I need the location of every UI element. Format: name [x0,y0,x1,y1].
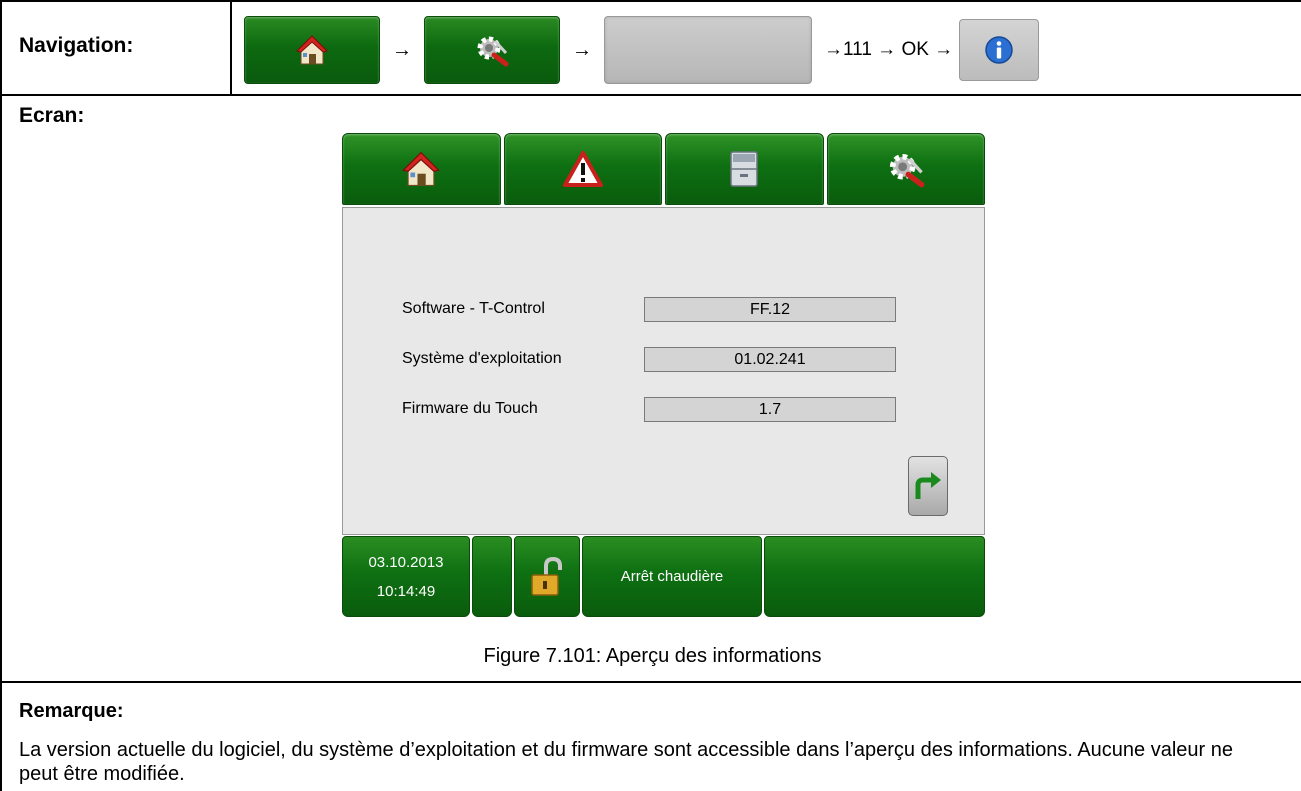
next-button[interactable] [908,456,948,516]
info-value: 01.02.241 [644,347,896,372]
status-slot-empty [764,536,985,617]
remarque-section: Remarque: La version actuelle du logicie… [2,681,1301,791]
info-label: Software - T-Control [402,300,545,317]
navigation-label: Navigation: [2,2,232,96]
tab-settings[interactable] [826,133,985,205]
tab-alarms[interactable] [503,133,662,205]
info-row-firmware: Firmware du Touch 1.7 [402,397,897,423]
figure-caption: Figure 7.101: Aperçu des informations [483,645,822,667]
tab-home[interactable] [342,133,501,205]
document-page: Navigation: → → →111 → OK → Ecran: Softw… [0,0,1301,791]
navigation-sequence: → → →111 → OK → [244,16,1040,84]
boiler-status: Arrêt chaudière [582,536,762,617]
info-value: 1.7 [644,397,896,422]
info-row-os: Système d'exploitation 01.02.241 [402,347,897,373]
nav-arrow: → [572,38,592,61]
drawer-icon [730,151,758,187]
settings-tools-icon [477,36,509,67]
warning-icon [562,151,603,187]
tab-archive[interactable] [665,133,824,205]
turn-right-arrow-icon [915,472,941,499]
info-button[interactable] [959,19,1040,81]
tab-bar [342,133,985,205]
info-label: Système d'exploitation [402,350,562,367]
time-text: 10:14:49 [376,582,436,600]
home-button[interactable] [244,16,380,84]
info-value: FF.12 [644,297,896,322]
ecran-label: Ecran: [19,104,85,127]
settings-button[interactable] [424,16,560,84]
date-text: 03.10.2013 [368,553,444,571]
remarque-text: La version actuelle du logiciel, du syst… [19,739,1234,785]
lock-button[interactable] [514,536,580,617]
nav-arrow: → [392,38,412,61]
padlock-open-icon [531,556,562,596]
status-slot-empty [472,536,512,617]
info-row-software: Software - T-Control FF.12 [402,297,897,323]
info-label: Firmware du Touch [402,400,538,417]
datetime-display: 03.10.2013 10:14:49 [342,536,470,617]
info-panel: Software - T-Control FF.12 Système d'exp… [342,207,985,535]
info-icon [985,36,1013,64]
settings-tools-icon [889,154,925,188]
device-screen: Software - T-Control FF.12 Système d'exp… [342,133,985,617]
blank-grey-button[interactable] [604,16,812,84]
status-bar: 03.10.2013 10:14:49 Arrêt chaudière [342,536,985,617]
house-icon [402,151,441,187]
house-icon [296,35,328,65]
nav-sequence-text: →111 → OK → [824,39,954,60]
navigation-row: Navigation: → → →111 → OK → [2,0,1301,96]
remarque-label: Remarque: [19,700,124,722]
